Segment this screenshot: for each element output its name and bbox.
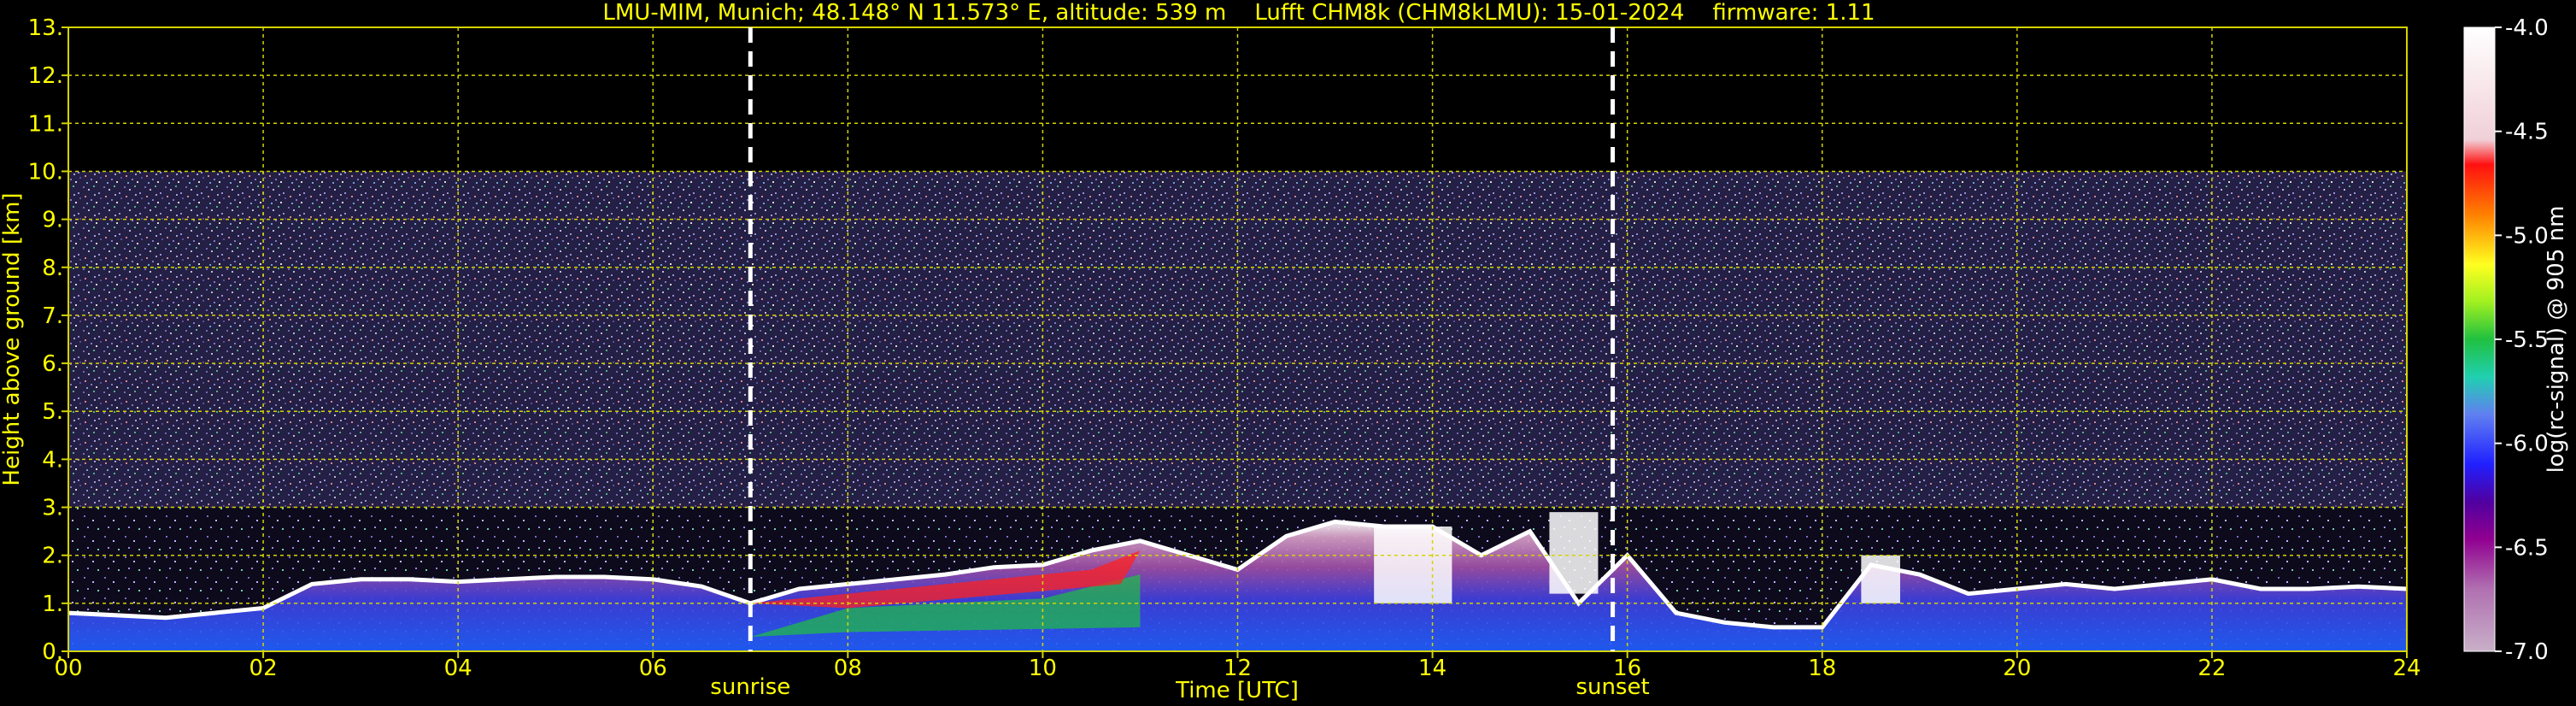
sunrise-label: sunrise: [710, 674, 790, 700]
x-tick-label: 20: [2003, 656, 2031, 681]
colorbar-tick-label: -5.5: [2505, 327, 2549, 353]
colorbar-gradient: [2464, 27, 2495, 651]
x-tick-label: 02: [249, 656, 278, 681]
x-tick-label: 10: [1029, 656, 1057, 681]
y-tick-label: 10.: [28, 159, 63, 185]
y-tick-label: 2.: [42, 544, 63, 569]
colorbar: -4.0 -4.5 -5.0 -5.5 -6.0 -6.5 -7.0 log(rc-signa…: [2463, 15, 2569, 665]
y-tick-label: 1.: [42, 591, 63, 617]
y-tick-label: 9.: [42, 208, 63, 233]
y-tick-label: 3.: [42, 496, 63, 521]
ceilometer-figure: LMU-MIM, Munich; 48.148° N 11.573° E, al…: [0, 0, 2576, 706]
colorbar-label: log(rc-signal) @ 905 nm: [2544, 206, 2569, 474]
ceilometer-chart: sunrise sunset0.1.2.3.4.5.6.7.8.9.10.11.1…: [0, 15, 2569, 703]
x-tick-label: 08: [834, 656, 862, 681]
y-tick-label: 7.: [42, 303, 63, 329]
x-tick-label: 06: [639, 656, 667, 681]
y-tick-label: 5.: [42, 399, 63, 425]
plot-layer: [67, 27, 2408, 651]
colorbar-tick-label: -5.0: [2505, 223, 2549, 249]
x-tick-label: 18: [1808, 656, 1836, 681]
x-tick-label: 22: [2198, 656, 2226, 681]
colorbar-tick-label: -7.0: [2505, 639, 2549, 665]
x-axis-label: Time [UTC]: [1175, 678, 1299, 703]
y-tick-label: 12.: [28, 63, 63, 89]
y-axis-label: Height above ground [km]: [0, 192, 25, 485]
x-tick-label: 24: [2392, 656, 2421, 681]
colorbar-tick-label: -6.0: [2505, 432, 2549, 457]
cloud-signal-1: [1549, 512, 1599, 594]
colorbar-tick-label: -4.5: [2505, 120, 2549, 145]
cloud-signal-0: [1374, 527, 1452, 603]
y-tick-label: 13.: [28, 15, 63, 41]
y-tick-label: 6.: [42, 351, 63, 377]
y-tick-label: 4.: [42, 447, 63, 473]
y-tick-label: 8.: [42, 256, 63, 281]
cloud-signal-2: [1861, 555, 1900, 603]
x-tick-label: 16: [1613, 656, 1641, 681]
x-tick-label: 04: [444, 656, 472, 681]
colorbar-tick-label: -6.5: [2505, 535, 2549, 561]
x-tick-label: 14: [1418, 656, 1446, 681]
colorbar-tick-label: -4.0: [2505, 15, 2549, 41]
y-tick-label: 11.: [28, 111, 63, 137]
x-tick-label: 00: [54, 656, 82, 681]
